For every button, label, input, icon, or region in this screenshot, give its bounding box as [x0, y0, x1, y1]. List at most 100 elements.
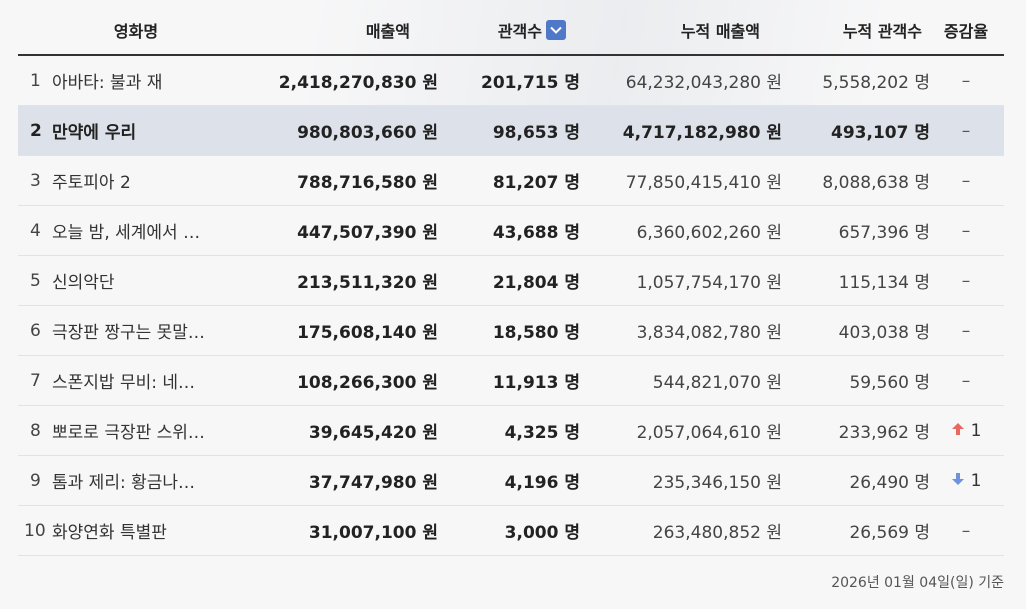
- header-change[interactable]: 증감율: [928, 18, 1004, 42]
- change-value: –: [961, 370, 971, 391]
- sort-button[interactable]: [546, 20, 566, 40]
- movie-title[interactable]: 주토피아 2: [52, 168, 131, 193]
- change-value: –: [961, 120, 971, 141]
- movie-title-cell[interactable]: 3 주토피아 2: [18, 168, 268, 194]
- movie-title-cell[interactable]: 6 극장판 짱구는 못말…: [18, 318, 268, 344]
- movie-title[interactable]: 오늘 밤, 세계에서 …: [52, 218, 200, 243]
- movie-title[interactable]: 신의악단: [52, 268, 115, 293]
- cum-audience-value: 115,134 명: [838, 273, 930, 293]
- sales-value: 108,266,300 원: [297, 373, 438, 393]
- rank-number: 1: [30, 70, 41, 91]
- cum-sales-value: 3,834,082,780 원: [636, 323, 782, 343]
- change-cell: –: [930, 221, 1002, 241]
- table-header: 영화명 매출액 관객수 누적 매출액 누적 관객수 증감율: [18, 6, 1004, 56]
- header-sales[interactable]: 매출액: [254, 18, 416, 42]
- cum-sales-value: 235,346,150 원: [652, 473, 782, 493]
- header-audience-label: 관객수: [497, 22, 542, 41]
- cum-audience-value: 5,558,202 명: [822, 73, 930, 93]
- rank-number: 5: [30, 270, 41, 291]
- header-cum-sales[interactable]: 누적 매출액: [572, 18, 768, 42]
- cum-audience-value: 233,962 명: [838, 423, 930, 443]
- movie-title[interactable]: 화양연화 특별판: [52, 518, 167, 543]
- table-row[interactable]: 9 톰과 제리: 황금나… 37,747,980 원 4,196 명 235,346,1…: [18, 456, 1004, 506]
- arrow-up-icon: [951, 421, 965, 441]
- table-row[interactable]: 6 극장판 짱구는 못말… 175,608,140 원 18,580 명 3,834,0…: [18, 306, 1004, 356]
- header-audience[interactable]: 관객수: [416, 18, 572, 42]
- cum-audience-value: 657,396 명: [838, 223, 930, 243]
- change-cell: –: [930, 521, 1002, 541]
- change-value: 1: [970, 470, 982, 491]
- change-value: –: [961, 170, 971, 191]
- movie-title-cell[interactable]: 4 오늘 밤, 세계에서 …: [18, 218, 268, 244]
- movie-title-cell[interactable]: 8 뽀로로 극장판 스위…: [18, 418, 268, 444]
- sales-value: 175,608,140 원: [297, 323, 438, 343]
- change-cell: –: [930, 171, 1002, 191]
- cum-sales-value: 263,480,852 원: [652, 523, 782, 543]
- change-cell: –: [930, 371, 1002, 391]
- movie-title-cell[interactable]: 10 화양연화 특별판: [18, 518, 268, 544]
- arrow-down-icon: [951, 471, 965, 491]
- movie-title[interactable]: 아바타: 불과 재: [52, 68, 162, 93]
- audience-value: 81,207 명: [492, 173, 580, 193]
- table-row[interactable]: 2 만약에 우리 980,803,660 원 98,653 명 4,717,182,98…: [18, 106, 1004, 156]
- table-row[interactable]: 10 화양연화 특별판 31,007,100 원 3,000 명 263,480,852…: [18, 506, 1004, 556]
- cum-sales-value: 64,232,043,280 원: [625, 73, 782, 93]
- movie-title[interactable]: 만약에 우리: [52, 118, 136, 143]
- movie-title-cell[interactable]: 1 아바타: 불과 재: [18, 68, 268, 94]
- sales-value: 2,418,270,830 원: [278, 73, 438, 93]
- movie-title-cell[interactable]: 2 만약에 우리: [18, 118, 268, 144]
- cum-sales-value: 77,850,415,410 원: [625, 173, 782, 193]
- sales-value: 980,803,660 원: [297, 123, 438, 143]
- table-row[interactable]: 4 오늘 밤, 세계에서 … 447,507,390 원 43,688 명 6,360,…: [18, 206, 1004, 256]
- rank-number: 6: [30, 320, 41, 341]
- rank-number: 3: [30, 170, 41, 191]
- table-row[interactable]: 7 스폰지밥 무비: 네… 108,266,300 원 11,913 명 544,821…: [18, 356, 1004, 406]
- change-value: 1: [970, 420, 982, 441]
- box-office-table: 영화명 매출액 관객수 누적 매출액 누적 관객수 증감율 1 아바타: 불과 재…: [18, 6, 1004, 556]
- table-row[interactable]: 8 뽀로로 극장판 스위… 39,645,420 원 4,325 명 2,057,064…: [18, 406, 1004, 456]
- cum-audience-value: 403,038 명: [838, 323, 930, 343]
- sales-value: 213,511,320 원: [297, 273, 438, 293]
- change-cell: 1: [930, 421, 1002, 441]
- change-cell: –: [930, 271, 1002, 291]
- table-row[interactable]: 3 주토피아 2 788,716,580 원 81,207 명 77,850,415,4…: [18, 156, 1004, 206]
- audience-value: 3,000 명: [504, 523, 580, 543]
- cum-audience-value: 493,107 명: [831, 123, 930, 143]
- movie-title[interactable]: 극장판 짱구는 못말…: [52, 318, 205, 343]
- movie-title-cell[interactable]: 5 신의악단: [18, 268, 268, 294]
- table-row[interactable]: 5 신의악단 213,511,320 원 21,804 명 1,057,754,170 …: [18, 256, 1004, 306]
- cum-audience-value: 59,560 명: [849, 373, 930, 393]
- cum-sales-value: 1,057,754,170 원: [636, 273, 782, 293]
- movie-title[interactable]: 스폰지밥 무비: 네…: [52, 368, 195, 393]
- movie-title-cell[interactable]: 9 톰과 제리: 황금나…: [18, 468, 268, 494]
- sales-value: 31,007,100 원: [308, 523, 438, 543]
- movie-title[interactable]: 뽀로로 극장판 스위…: [52, 418, 205, 443]
- change-value: –: [961, 320, 971, 341]
- cum-sales-value: 4,717,182,980 원: [622, 123, 782, 143]
- header-title[interactable]: 영화명: [18, 18, 254, 42]
- rank-number: 9: [30, 470, 41, 491]
- rank-number: 2: [30, 120, 42, 141]
- audience-value: 201,715 명: [481, 73, 580, 93]
- change-cell: –: [930, 121, 1002, 141]
- table-row[interactable]: 1 아바타: 불과 재 2,418,270,830 원 201,715 명 64,232…: [18, 56, 1004, 106]
- movie-title[interactable]: 톰과 제리: 황금나…: [52, 468, 195, 493]
- audience-value: 11,913 명: [492, 373, 580, 393]
- audience-value: 43,688 명: [492, 223, 580, 243]
- movie-title-cell[interactable]: 7 스폰지밥 무비: 네…: [18, 368, 268, 394]
- cum-audience-value: 26,569 명: [849, 523, 930, 543]
- change-value: –: [961, 70, 971, 91]
- header-cum-audience[interactable]: 누적 관객수: [768, 18, 928, 42]
- chevron-down-icon: [550, 26, 562, 34]
- audience-value: 18,580 명: [492, 323, 580, 343]
- audience-value: 98,653 명: [492, 123, 580, 143]
- cum-audience-value: 26,490 명: [849, 473, 930, 493]
- change-cell: –: [930, 321, 1002, 341]
- audience-value: 21,804 명: [492, 273, 580, 293]
- sales-value: 39,645,420 원: [308, 423, 438, 443]
- change-cell: 1: [930, 471, 1002, 491]
- cum-audience-value: 8,088,638 명: [822, 173, 930, 193]
- cum-sales-value: 544,821,070 원: [652, 373, 782, 393]
- rank-number: 8: [30, 420, 41, 441]
- change-cell: –: [930, 71, 1002, 91]
